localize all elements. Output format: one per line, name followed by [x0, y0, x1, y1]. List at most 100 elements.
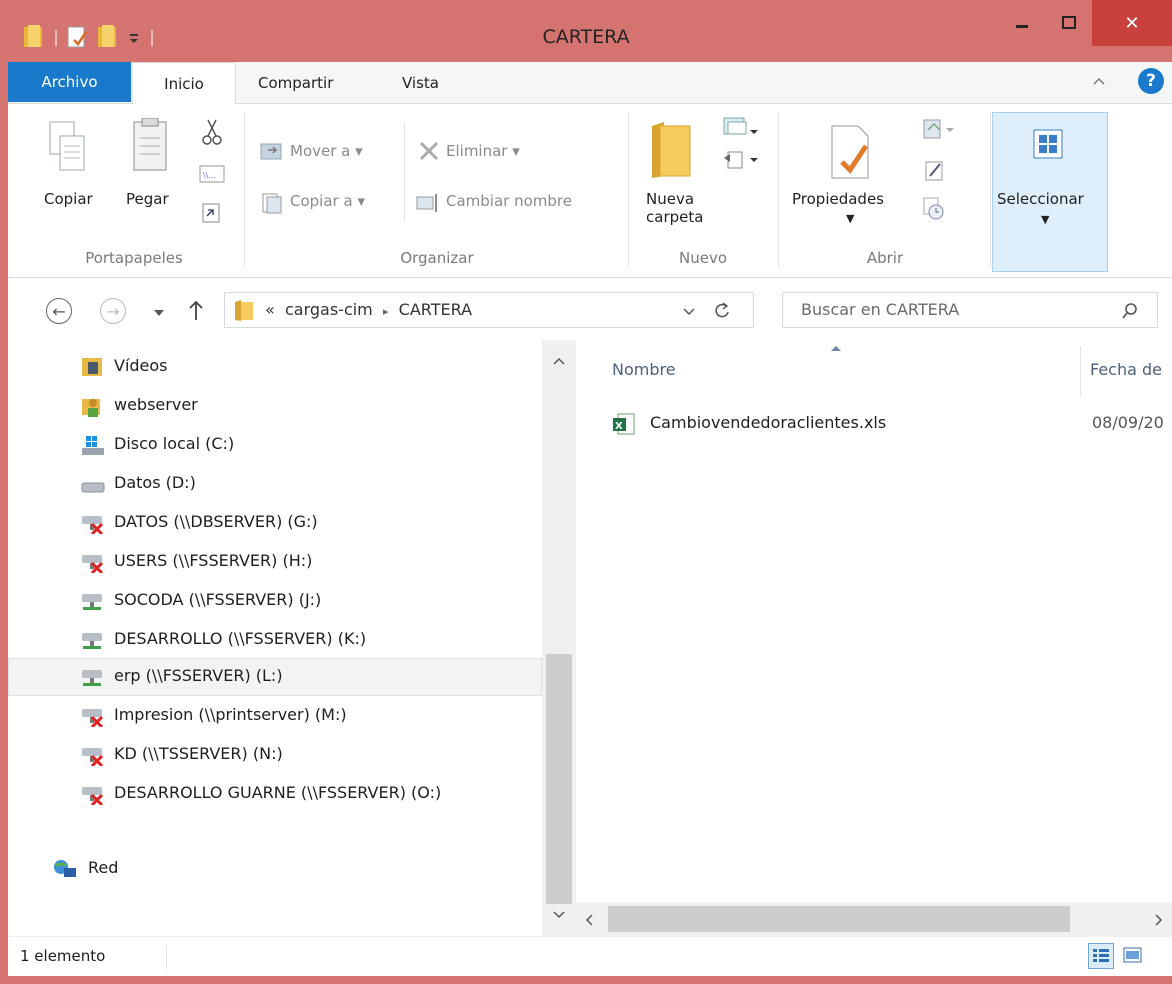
- rename-icon: [416, 194, 437, 212]
- column-header-nombre[interactable]: Nombre: [612, 360, 676, 379]
- close-icon: ✕: [1124, 12, 1140, 34]
- select-dropdown-icon: ▼: [1041, 213, 1050, 226]
- address-bar[interactable]: « cargas-cim ▸ CARTERA: [224, 292, 754, 328]
- help-icon[interactable]: ?: [1138, 68, 1164, 94]
- group-label-portapapeles: Portapapeles: [85, 249, 183, 267]
- file-name: Cambiovendedoraclientes.xls: [650, 413, 887, 432]
- tab-compartir[interactable]: Compartir: [258, 62, 333, 104]
- chevron-up-icon[interactable]: [552, 356, 566, 366]
- properties-icon[interactable]: [828, 122, 874, 182]
- search-box[interactable]: Buscar en CARTERA: [782, 292, 1158, 328]
- nav-item-desarrollo-guarne-o[interactable]: DESARROLLO GUARNE (\\FSSERVER) (O:): [8, 775, 542, 813]
- forward-button[interactable]: →: [100, 298, 126, 324]
- sort-ascending-icon: [831, 346, 841, 351]
- disconnected-network-drive-icon: [82, 709, 104, 727]
- tab-archivo[interactable]: Archivo: [8, 62, 131, 102]
- address-row: ← → « cargas-cim ▸ CARTERA Buscar en CAR…: [8, 278, 1172, 340]
- nav-item-videos[interactable]: Vídeos: [8, 348, 542, 386]
- group-divider: [404, 122, 405, 222]
- ribbon-tab-bar: Archivo Inicio Compartir Vista ?: [8, 62, 1172, 105]
- nav-item-datos-d[interactable]: Datos (D:): [8, 465, 542, 503]
- nav-item-webserver[interactable]: webserver: [8, 387, 542, 425]
- column-divider[interactable]: [1080, 346, 1081, 396]
- edit-icon[interactable]: [925, 161, 943, 181]
- large-icons-view-button[interactable]: [1120, 943, 1146, 969]
- search-placeholder: Buscar en CARTERA: [801, 300, 960, 319]
- new-folder-icon[interactable]: [648, 118, 696, 180]
- paste-icon[interactable]: [130, 118, 170, 174]
- new-folder-button[interactable]: Nueva carpeta: [646, 190, 703, 226]
- select-label: Seleccionar: [997, 190, 1084, 208]
- history-icon[interactable]: [923, 197, 944, 220]
- arrow-left-icon: ←: [52, 301, 66, 321]
- copy-to-button[interactable]: Copiar a ▾: [290, 192, 365, 210]
- refresh-icon[interactable]: [713, 302, 731, 320]
- svg-text:X: X: [615, 421, 623, 432]
- chevron-down-icon[interactable]: [552, 910, 566, 920]
- chevron-up-icon[interactable]: [1092, 74, 1106, 88]
- details-view-icon: [1093, 949, 1109, 962]
- nav-item-red[interactable]: Red: [8, 850, 542, 888]
- search-icon[interactable]: [1121, 302, 1139, 320]
- group-divider: [628, 112, 629, 267]
- new-item-actions: [723, 117, 758, 169]
- disconnected-network-drive-icon: [82, 748, 104, 766]
- rename-button[interactable]: Cambiar nombre: [446, 192, 572, 210]
- nav-item-users-h[interactable]: USERS (\\FSSERVER) (H:): [8, 543, 542, 581]
- navigation-pane: Vídeos webserver Disco local (C:) Datos …: [8, 340, 576, 936]
- new-item-icon[interactable]: [723, 117, 758, 135]
- select-button[interactable]: Seleccionar ▼: [992, 112, 1108, 272]
- copy-button[interactable]: Copiar: [44, 190, 93, 208]
- delete-icon: [419, 141, 439, 161]
- select-grid-icon: [1033, 129, 1063, 159]
- horizontal-scrollbar[interactable]: [576, 902, 1172, 936]
- properties-button[interactable]: Propiedades: [792, 190, 884, 208]
- chevron-right-icon[interactable]: [1154, 913, 1164, 927]
- large-icons-view-icon: [1123, 947, 1142, 963]
- move-to-button[interactable]: Mover a ▾: [290, 142, 363, 160]
- nav-item-disco-local[interactable]: Disco local (C:): [8, 426, 542, 464]
- status-bar: 1 elemento: [8, 936, 1172, 976]
- paste-shortcut-icon[interactable]: [202, 203, 220, 223]
- details-view-button[interactable]: [1088, 943, 1114, 969]
- breadcrumb-item[interactable]: cargas-cim: [285, 300, 373, 319]
- minimize-button[interactable]: [998, 0, 1046, 46]
- column-header-fecha[interactable]: Fecha de: [1090, 360, 1162, 379]
- file-row[interactable]: X Cambiovendedoraclientes.xls 08/09/20: [610, 408, 1170, 440]
- drive-icon: [81, 482, 105, 493]
- excel-file-icon: X: [613, 413, 635, 435]
- copy-path-icon[interactable]: \\...: [199, 165, 225, 183]
- svg-text:\\...: \\...: [203, 171, 216, 180]
- paste-button[interactable]: Pegar: [126, 190, 169, 208]
- back-button[interactable]: ←: [46, 298, 72, 324]
- maximize-button[interactable]: [1046, 0, 1092, 46]
- nav-item-socoda-j[interactable]: SOCODA (\\FSSERVER) (J:): [8, 582, 542, 620]
- tab-inicio[interactable]: Inicio: [132, 62, 236, 105]
- breadcrumb-separator[interactable]: ▸: [383, 305, 389, 318]
- copy-icon[interactable]: [48, 120, 88, 174]
- nav-item-kd-n[interactable]: KD (\\TSSERVER) (N:): [8, 736, 542, 774]
- videos-folder-icon: [82, 358, 102, 376]
- up-arrow-icon[interactable]: [188, 300, 204, 322]
- nav-item-erp-l[interactable]: erp (\\FSSERVER) (L:): [8, 658, 542, 696]
- delete-button[interactable]: Eliminar ▾: [446, 142, 520, 160]
- easy-access-icon[interactable]: [724, 151, 758, 169]
- nav-scrollbar-thumb[interactable]: [546, 654, 572, 904]
- nav-item-impresion-m[interactable]: Impresion (\\printserver) (M:): [8, 697, 542, 735]
- breadcrumb-item[interactable]: CARTERA: [399, 300, 472, 319]
- recent-locations-icon[interactable]: [152, 308, 166, 318]
- chevron-left-icon[interactable]: [584, 913, 594, 927]
- nav-item-desarrollo-k[interactable]: DESARROLLO (\\FSSERVER) (K:): [8, 621, 542, 659]
- breadcrumb-overflow[interactable]: «: [265, 300, 275, 319]
- nav-item-datos-g[interactable]: DATOS (\\DBSERVER) (G:): [8, 504, 542, 542]
- horizontal-scrollbar-thumb[interactable]: [608, 906, 1070, 932]
- close-button[interactable]: ✕: [1092, 0, 1172, 46]
- disconnected-network-drive-icon: [82, 516, 104, 534]
- open-actions: [923, 119, 954, 220]
- properties-dropdown[interactable]: ▼: [846, 212, 854, 225]
- chevron-down-icon[interactable]: [683, 307, 695, 317]
- group-label-abrir: Abrir: [866, 249, 904, 267]
- cut-icon[interactable]: [202, 119, 222, 145]
- open-icon[interactable]: [923, 119, 954, 139]
- tab-vista[interactable]: Vista: [402, 62, 439, 104]
